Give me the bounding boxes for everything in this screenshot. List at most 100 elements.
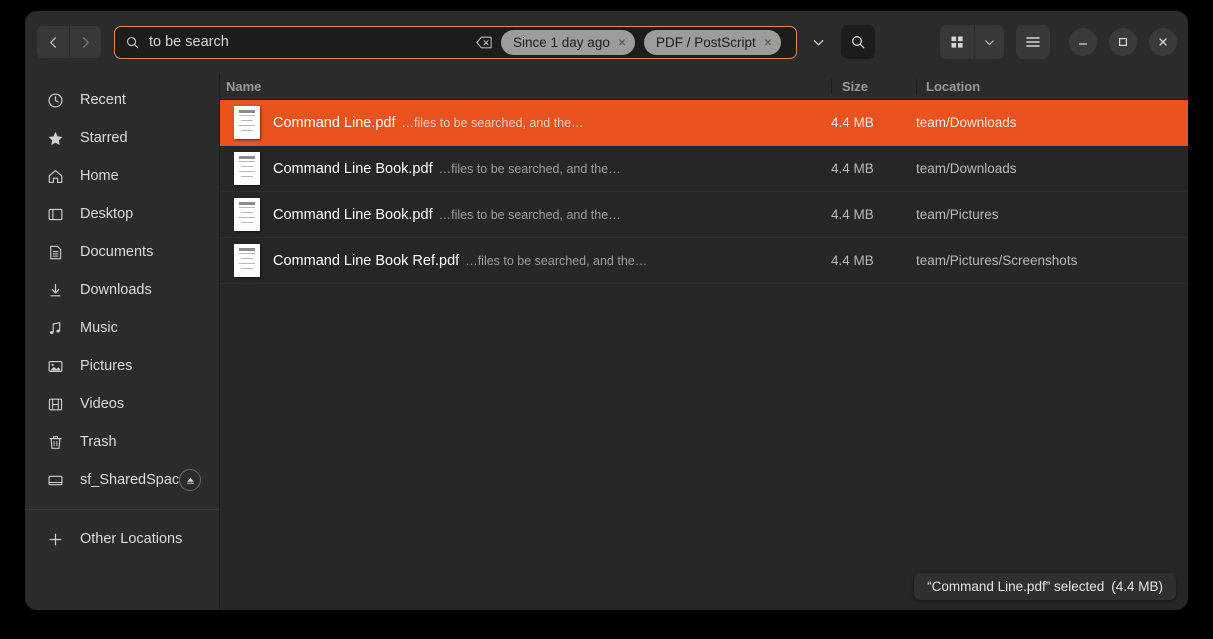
file-size: 4.4 MB xyxy=(831,161,916,176)
file-location: team/Pictures/Screenshots xyxy=(916,253,1188,268)
clock-icon xyxy=(47,92,69,109)
file-size: 4.4 MB xyxy=(831,253,916,268)
view-mode-button-group xyxy=(940,25,1004,59)
image-icon xyxy=(47,358,69,375)
file-list-panel: Name Size Location xyxy=(220,73,1188,610)
minimize-icon xyxy=(1077,36,1089,48)
sidebar-item-label: Starred xyxy=(80,130,201,146)
sidebar-item-pictures[interactable]: Pictures xyxy=(31,347,213,385)
column-header-location[interactable]: Location xyxy=(916,79,1188,94)
plus-icon xyxy=(47,531,69,548)
file-name-cell: Command Line.pdf …files to be searched, … xyxy=(220,106,831,139)
sidebar-item-documents[interactable]: Documents xyxy=(31,233,213,271)
file-list-rows: Command Line.pdf …files to be searched, … xyxy=(220,100,1188,610)
maximize-button[interactable] xyxy=(1109,28,1137,56)
column-header-name[interactable]: Name xyxy=(220,79,831,94)
close-icon[interactable]: × xyxy=(618,35,626,49)
sidebar-divider xyxy=(25,509,219,510)
sidebar-item-label: sf_SharedSpace xyxy=(80,472,179,488)
file-name: Command Line Book.pdf xyxy=(273,161,433,177)
minimize-button[interactable] xyxy=(1069,28,1097,56)
eject-icon xyxy=(185,475,196,486)
sidebar-item-videos[interactable]: Videos xyxy=(31,385,213,423)
file-list-column-headers: Name Size Location xyxy=(220,73,1188,100)
chevron-down-icon xyxy=(811,35,826,50)
forward-button[interactable] xyxy=(69,26,101,58)
close-button[interactable] xyxy=(1149,28,1177,56)
star-icon xyxy=(47,130,69,147)
back-button[interactable] xyxy=(37,26,69,58)
film-icon xyxy=(47,396,69,413)
search-icon xyxy=(125,35,140,50)
music-note-icon xyxy=(47,320,69,337)
pdf-file-icon xyxy=(234,152,260,185)
sidebar-item-recent[interactable]: Recent xyxy=(31,81,213,119)
file-location: team/Pictures xyxy=(916,207,1188,222)
search-entry[interactable]: to be search Since 1 day ago × PDF / Pos… xyxy=(114,26,797,59)
table-row[interactable]: Command Line.pdf …files to be searched, … xyxy=(220,100,1188,146)
chevron-down-icon xyxy=(983,36,996,49)
pdf-file-icon xyxy=(234,244,260,277)
sidebar-item-downloads[interactable]: Downloads xyxy=(31,271,213,309)
download-icon xyxy=(47,282,69,299)
file-name-cell: Command Line Book Ref.pdf …files to be s… xyxy=(220,244,831,277)
maximize-icon xyxy=(1117,36,1129,48)
document-icon xyxy=(47,244,69,261)
sidebar-item-home[interactable]: Home xyxy=(31,157,213,195)
screen: to be search Since 1 day ago × PDF / Pos… xyxy=(0,0,1213,639)
eject-button[interactable] xyxy=(179,469,201,491)
header-right-controls xyxy=(940,25,1177,59)
file-size: 4.4 MB xyxy=(831,115,916,130)
file-name: Command Line.pdf xyxy=(273,115,396,131)
chevron-left-icon xyxy=(46,35,61,50)
status-bar: “Command Line.pdf” selected (4.4 MB) xyxy=(914,573,1176,600)
grid-view-icon xyxy=(949,34,965,50)
search-toggle-button[interactable] xyxy=(841,25,875,59)
home-icon xyxy=(47,168,69,185)
navigation-button-group xyxy=(37,26,101,58)
file-snippet: …files to be searched, and the… xyxy=(402,116,584,130)
filter-tag-filetype[interactable]: PDF / PostScript × xyxy=(644,30,781,55)
pdf-file-icon xyxy=(234,106,260,139)
file-location: team/Downloads xyxy=(916,115,1188,130)
sidebar-item-label: Home xyxy=(80,168,201,184)
sidebar-item-label: Music xyxy=(80,320,201,336)
window-body: Recent Starred H xyxy=(25,73,1188,610)
sidebar-item-starred[interactable]: Starred xyxy=(31,119,213,157)
file-manager-window: to be search Since 1 day ago × PDF / Pos… xyxy=(25,11,1188,610)
table-row[interactable]: Command Line Book.pdf …files to be searc… xyxy=(220,146,1188,192)
search-options-dropdown-button[interactable] xyxy=(801,25,835,59)
clear-text-icon[interactable] xyxy=(476,36,492,49)
file-snippet: …files to be searched, and the… xyxy=(465,254,647,268)
view-options-dropdown-button[interactable] xyxy=(974,25,1004,59)
sidebar-item-label: Trash xyxy=(80,434,201,450)
sidebar-item-music[interactable]: Music xyxy=(31,309,213,347)
status-text: “Command Line.pdf” selected xyxy=(927,579,1104,594)
search-input-value[interactable]: to be search xyxy=(149,34,476,50)
column-header-size[interactable]: Size xyxy=(831,79,916,94)
sidebar-item-trash[interactable]: Trash xyxy=(31,423,213,461)
trash-icon xyxy=(47,434,69,451)
table-row[interactable]: Command Line Book.pdf …files to be searc… xyxy=(220,192,1188,238)
table-row[interactable]: Command Line Book Ref.pdf …files to be s… xyxy=(220,238,1188,284)
hamburger-menu-icon xyxy=(1024,33,1042,51)
sidebar-item-label: Other Locations xyxy=(80,531,201,547)
drive-icon xyxy=(47,472,69,489)
header-bar: to be search Since 1 day ago × PDF / Pos… xyxy=(25,11,1188,73)
sidebar-item-other-locations[interactable]: Other Locations xyxy=(31,520,213,558)
file-name: Command Line Book Ref.pdf xyxy=(273,253,459,269)
main-menu-button[interactable] xyxy=(1016,25,1050,59)
file-location: team/Downloads xyxy=(916,161,1188,176)
sidebar-item-label: Videos xyxy=(80,396,201,412)
filter-tag-date-label: Since 1 day ago xyxy=(513,35,610,50)
filter-tag-date[interactable]: Since 1 day ago × xyxy=(501,30,635,55)
close-icon[interactable]: × xyxy=(764,35,772,49)
grid-view-button[interactable] xyxy=(940,25,974,59)
sidebar-item-desktop[interactable]: Desktop xyxy=(31,195,213,233)
sidebar-item-label: Desktop xyxy=(80,206,201,222)
desktop-icon xyxy=(47,206,69,223)
sidebar-item-sf-sharedspace[interactable]: sf_SharedSpace xyxy=(31,461,213,499)
search-icon xyxy=(850,34,866,50)
file-snippet: …files to be searched, and the… xyxy=(439,208,621,222)
sidebar-item-label: Downloads xyxy=(80,282,201,298)
